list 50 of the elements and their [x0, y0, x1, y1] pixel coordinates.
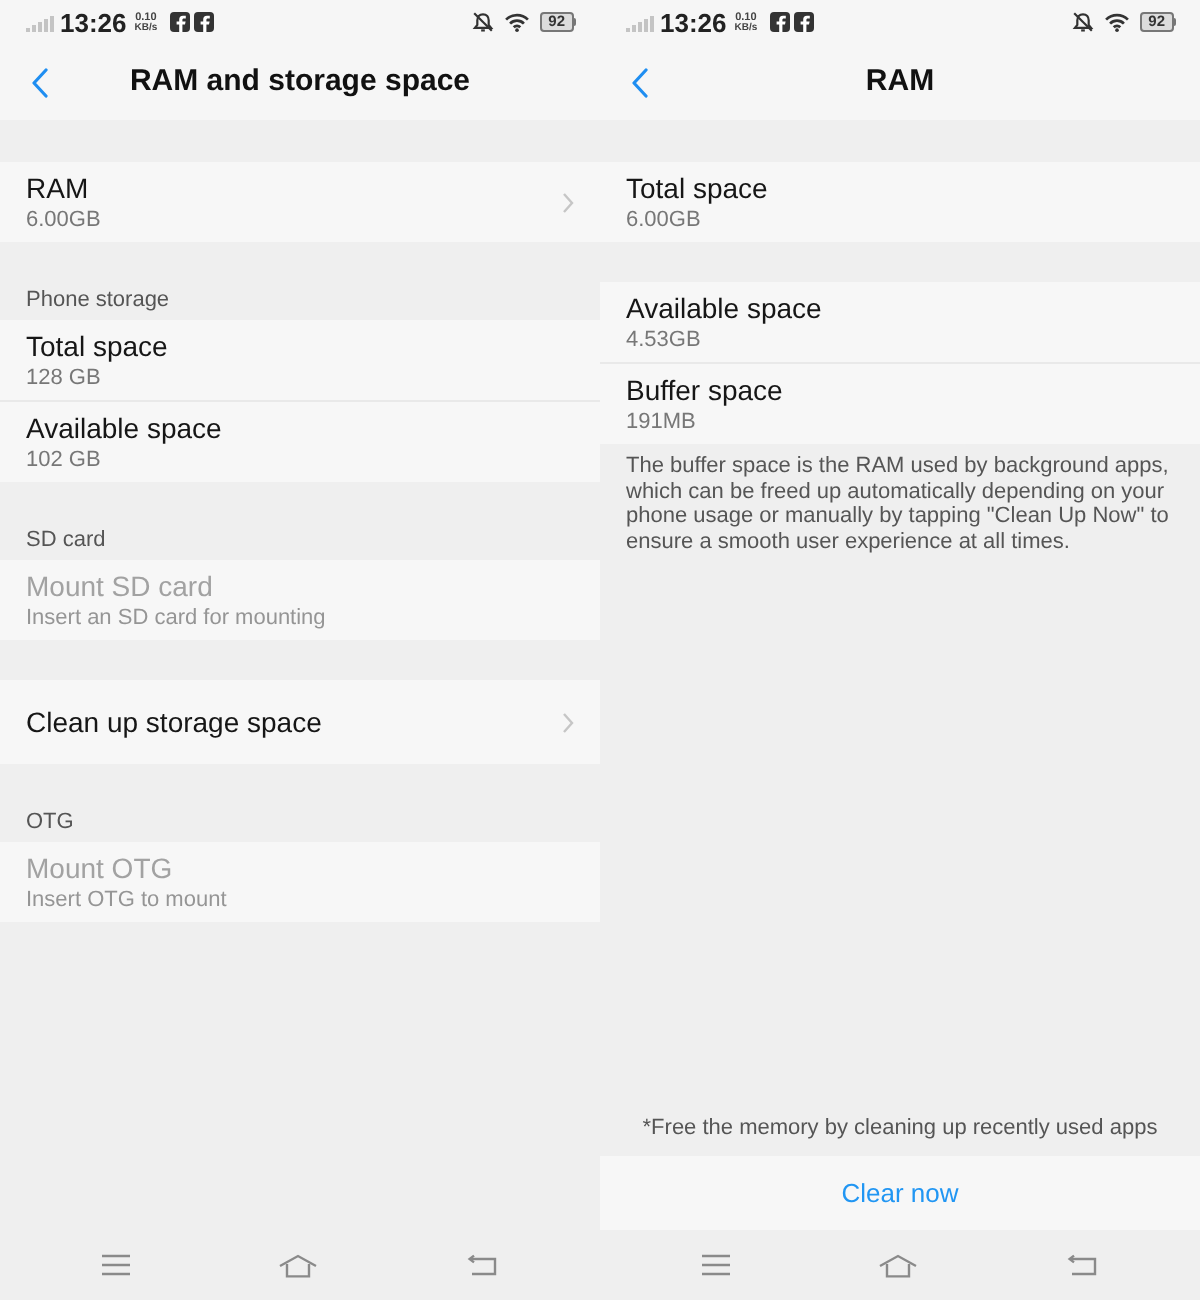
section-heading: Phone storage — [26, 288, 170, 314]
screen-title: RAM — [865, 64, 935, 100]
footnote-text: *Free the memory by cleaning up recently used apps — [640, 1114, 1160, 1142]
row-subtitle: 6.00GB — [26, 205, 101, 233]
chevron-left-icon — [32, 67, 48, 97]
menu-icon[interactable] — [702, 1254, 730, 1276]
wifi-icon — [504, 12, 531, 32]
return-arrow-icon[interactable] — [466, 1254, 498, 1276]
back-button[interactable] — [32, 67, 48, 97]
row-title: Total space — [26, 329, 168, 363]
signal-icon — [626, 13, 654, 31]
chevron-right-icon — [562, 711, 574, 733]
description-text: The buffer space is the RAM used by background apps, which can be freed up automatically depending on your phone usage or manually by tapping "Clean Up Now" to ensure a smooth user experience at all times. — [624, 452, 1171, 554]
row-title: Buffer space — [626, 373, 783, 407]
chevron-left-icon — [632, 67, 648, 97]
row-title: Mount SD card — [26, 569, 215, 603]
section-heading: SD card — [26, 528, 106, 554]
row-title: Available space — [26, 411, 222, 445]
screen-title: RAM and storage space — [129, 64, 471, 100]
row-subtitle: Insert OTG to mount — [26, 885, 227, 913]
f-logo-icon — [193, 12, 214, 32]
signal-icon — [26, 13, 54, 31]
menu-icon[interactable] — [102, 1254, 130, 1276]
row-subtitle: 102 GB — [26, 445, 103, 473]
row-title: Clean up storage space — [26, 705, 322, 739]
f-logo-icon — [169, 12, 190, 32]
row-subtitle: Insert an SD card for mounting — [26, 603, 326, 631]
settings-row[interactable]: RAM 6.00GB — [0, 162, 600, 242]
row-title: Total space — [626, 171, 768, 205]
bell-off-icon — [1072, 10, 1095, 34]
row-title: Mount OTG — [26, 851, 175, 885]
f-logo-icon — [769, 12, 790, 32]
row-subtitle: 4.53GB — [626, 325, 703, 353]
row-subtitle: 191MB — [626, 407, 698, 435]
return-arrow-icon[interactable] — [1066, 1254, 1098, 1276]
chevron-right-icon — [562, 191, 574, 213]
wifi-icon — [1104, 12, 1131, 32]
home-icon[interactable] — [878, 1253, 918, 1277]
status-time: 13:26 — [660, 7, 727, 37]
section-heading: OTG — [26, 810, 74, 836]
row-title: Available space — [626, 291, 822, 325]
home-icon[interactable] — [278, 1253, 318, 1277]
row-title: RAM — [26, 171, 91, 205]
f-logo-icon — [793, 12, 814, 32]
settings-row[interactable]: Clean up storage space — [0, 680, 600, 764]
row-subtitle: 128 GB — [26, 363, 103, 391]
bell-off-icon — [472, 10, 495, 34]
row-subtitle: 6.00GB — [626, 205, 703, 233]
status-time: 13:26 — [60, 7, 127, 37]
back-button[interactable] — [632, 67, 648, 97]
